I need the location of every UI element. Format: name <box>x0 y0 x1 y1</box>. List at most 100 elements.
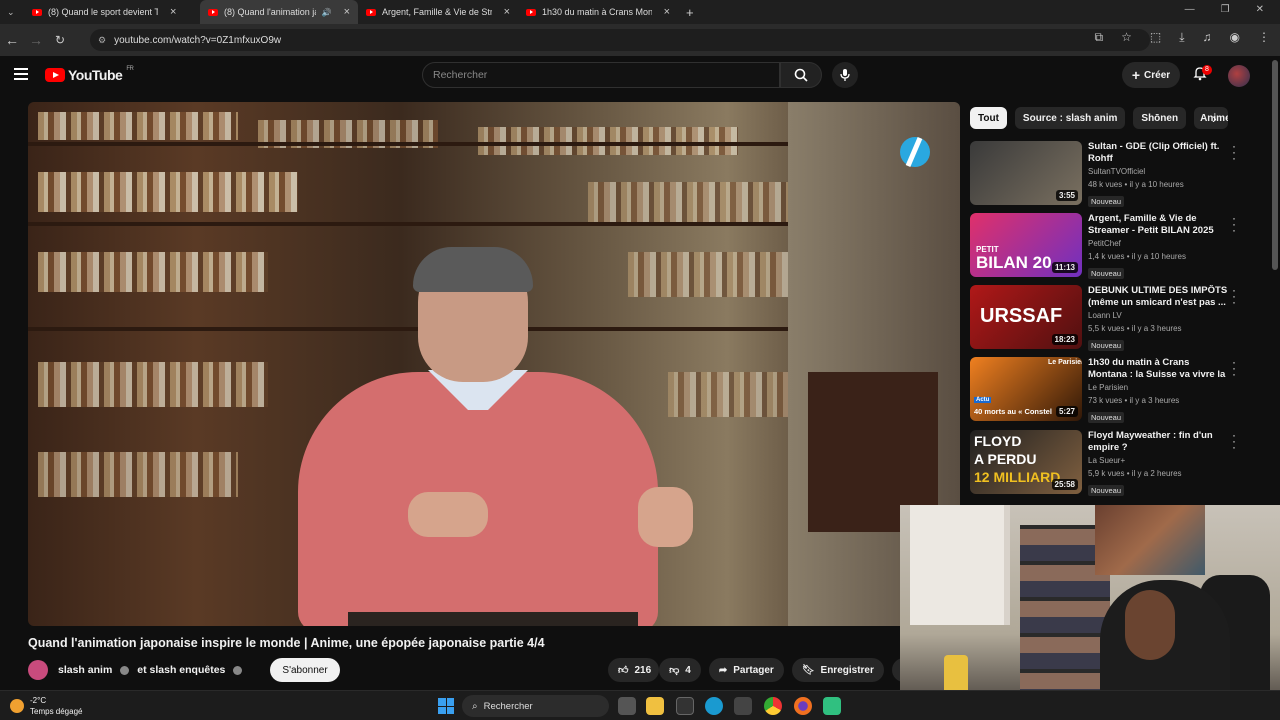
more-options-icon[interactable]: · · · <box>1228 212 1240 236</box>
youtube-logo[interactable]: YouTube FR <box>45 66 134 83</box>
account-avatar[interactable] <box>1228 65 1250 87</box>
video-duration: 3:55 <box>1055 190 1078 201</box>
chip-all[interactable]: Tout <box>970 107 1007 129</box>
channel-name[interactable]: PetitChef <box>1088 237 1228 250</box>
media-control-icon[interactable]: ♫ <box>1203 30 1212 45</box>
recommendation-item[interactable]: 3:55 Sultan - GDE (Clip Officiel) ft. Ro… <box>970 140 1270 209</box>
browser-tab-4[interactable]: 1h30 du matin à Crans Montan × <box>518 0 678 24</box>
more-options-icon[interactable]: · · · <box>1228 356 1240 380</box>
back-icon[interactable]: ← <box>0 32 24 48</box>
tab-list-button[interactable]: ⌄ <box>0 0 24 24</box>
channel-name[interactable]: SultanTVOfficiel <box>1088 165 1228 178</box>
recommendation-info: Sultan - GDE (Clip Officiel) ft. Rohff S… <box>1088 141 1228 209</box>
recommendation-title[interactable]: Floyd Mayweather : fin d'un empire ? <box>1088 430 1228 454</box>
maximize-icon[interactable]: ❐ <box>1221 4 1230 15</box>
like-button[interactable]: 👍︎ 216 <box>608 658 660 682</box>
minimize-icon[interactable]: — <box>1185 4 1195 15</box>
recommendation-item[interactable]: FLOYD A PERDU 12 MILLIARD 25:58 Floyd Mayw… <box>970 429 1270 498</box>
task-view-icon[interactable] <box>618 697 636 715</box>
page-scrollbar[interactable] <box>1272 60 1278 270</box>
dislike-button[interactable]: 👎︎ 4 <box>659 658 701 682</box>
hamburger-menu-icon[interactable] <box>14 68 28 83</box>
create-button[interactable]: + Créer <box>1122 62 1180 88</box>
video-thumbnail[interactable]: 3:55 <box>970 141 1082 205</box>
bookmark-star-icon[interactable]: ☆ <box>1121 30 1132 45</box>
chip-source[interactable]: Source : slash anim <box>1014 107 1126 129</box>
close-window-icon[interactable]: ✕ <box>1256 4 1264 15</box>
recommendation-item[interactable]: URSSAF 18:23 DEBUNK ULTIME DES IMPÔTS (m… <box>970 284 1270 351</box>
video-thumbnail[interactable]: URSSAF 18:23 <box>970 285 1082 349</box>
file-explorer-icon[interactable] <box>646 697 664 715</box>
shelf <box>28 142 788 146</box>
address-bar-row: ← → ↻ ⚙ youtube.com/watch?v=0Z1mfxuxO9w … <box>0 24 1280 56</box>
filter-chips: Tout Source : slash anim Shōnen Anime <box>970 107 1229 129</box>
channel-name[interactable]: Loann LV <box>1088 309 1228 322</box>
tab-title: 1h30 du matin à Crans Montan <box>542 7 652 17</box>
url-field[interactable]: ⚙ youtube.com/watch?v=0Z1mfxuxO9w <box>90 29 1150 51</box>
new-tab-button[interactable]: + <box>678 0 702 24</box>
voice-search-button[interactable] <box>832 62 858 88</box>
bookshelf-decor <box>38 172 298 212</box>
close-tab-icon[interactable]: × <box>664 6 670 18</box>
video-player[interactable] <box>28 102 960 626</box>
chevron-right-icon[interactable]: › <box>1212 110 1217 126</box>
chrome-icon[interactable] <box>764 697 782 715</box>
more-options-icon[interactable]: · · · <box>1228 429 1240 453</box>
reload-icon[interactable]: ↻ <box>48 33 72 47</box>
channel-name[interactable]: Le Parisien <box>1088 381 1228 394</box>
tab-title: (8) Quand le sport devient TOX <box>48 7 158 17</box>
subscribe-button[interactable]: S'abonner <box>270 658 340 682</box>
collab-channel-name[interactable]: et slash enquêtes <box>137 664 225 676</box>
video-thumbnail[interactable]: FLOYD A PERDU 12 MILLIARD 25:58 <box>970 430 1082 494</box>
new-badge: Nouveau <box>1088 485 1125 496</box>
extensions-icon[interactable]: ⬚ <box>1150 30 1161 45</box>
recommendation-title[interactable]: 1h30 du matin à Crans Montana : la Suiss… <box>1088 357 1228 381</box>
terminal-icon[interactable] <box>676 697 694 715</box>
bookshelf-decor <box>38 362 268 407</box>
video-thumbnail[interactable]: Le Parisien Actu 40 morts au « Constel 5:2… <box>970 357 1082 421</box>
recommendation-item[interactable]: Le Parisien Actu 40 morts au « Constel 5:2… <box>970 356 1270 423</box>
recommendation-item[interactable]: PETIT BILAN 20 11:13 Argent, Famille & Vi… <box>970 212 1270 279</box>
thumbnail-text: Actu <box>974 397 992 403</box>
weather-widget[interactable]: -2°C Temps dégagé <box>10 695 82 717</box>
recommendation-info: Floyd Mayweather : fin d'un empire ? La … <box>1088 430 1228 498</box>
recommendation-title[interactable]: Argent, Famille & Vie de Streamer - Peti… <box>1088 213 1228 237</box>
store-icon[interactable] <box>734 697 752 715</box>
speaker-icon[interactable]: 🔊 <box>322 8 332 17</box>
search-button[interactable] <box>780 62 822 88</box>
browser-tab-3[interactable]: Argent, Famille & Vie de Strean × <box>358 0 518 24</box>
profile-icon[interactable]: ◉ <box>1230 30 1240 45</box>
chip-shonen[interactable]: Shōnen <box>1133 107 1187 129</box>
search-input[interactable]: Rechercher <box>422 62 780 88</box>
share-button[interactable]: ➦ Partager <box>708 658 784 682</box>
logo-text: YouTube <box>68 67 123 83</box>
recommendation-title[interactable]: DEBUNK ULTIME DES IMPÔTS (même un smicar… <box>1088 285 1228 309</box>
close-tab-icon[interactable]: × <box>170 6 176 18</box>
edge-icon[interactable] <box>705 697 723 715</box>
channel-watermark-icon[interactable] <box>898 132 932 172</box>
recommendation-title[interactable]: Sultan - GDE (Clip Officiel) ft. Rohff <box>1088 141 1228 165</box>
channel-name[interactable]: La Sueur+ <box>1088 454 1228 467</box>
channel-avatar[interactable] <box>28 660 48 680</box>
save-button[interactable]: 🔖︎ Enregistrer <box>791 658 884 682</box>
browser-tab-2[interactable]: (8) Quand l'animation japo 🔊 × <box>200 0 358 24</box>
more-options-icon[interactable]: · · · <box>1228 140 1240 164</box>
more-options-icon[interactable]: · · · <box>1228 284 1240 308</box>
forward-icon[interactable]: → <box>24 32 48 48</box>
search-icon <box>794 68 808 82</box>
close-tab-icon[interactable]: × <box>504 6 510 18</box>
browser-tab-1[interactable]: (8) Quand le sport devient TOX × <box>24 0 200 24</box>
firefox-icon[interactable] <box>794 697 812 715</box>
install-app-icon[interactable]: ⧉ <box>1095 30 1104 45</box>
download-icon[interactable]: ⤓ <box>1179 30 1184 45</box>
thumbnail-text: URSSAF <box>980 305 1063 327</box>
video-thumbnail[interactable]: PETIT BILAN 20 11:13 <box>970 213 1082 277</box>
taskbar-search[interactable]: ⌕ Rechercher <box>462 695 609 717</box>
channel-name[interactable]: slash anim <box>58 664 112 676</box>
app-icon[interactable] <box>823 697 841 715</box>
close-tab-icon[interactable]: × <box>344 6 350 18</box>
share-label: Partager <box>733 664 774 676</box>
site-info-icon[interactable]: ⚙ <box>98 35 106 46</box>
menu-icon[interactable]: ⋮ <box>1258 30 1270 45</box>
windows-start-icon[interactable] <box>438 698 454 714</box>
